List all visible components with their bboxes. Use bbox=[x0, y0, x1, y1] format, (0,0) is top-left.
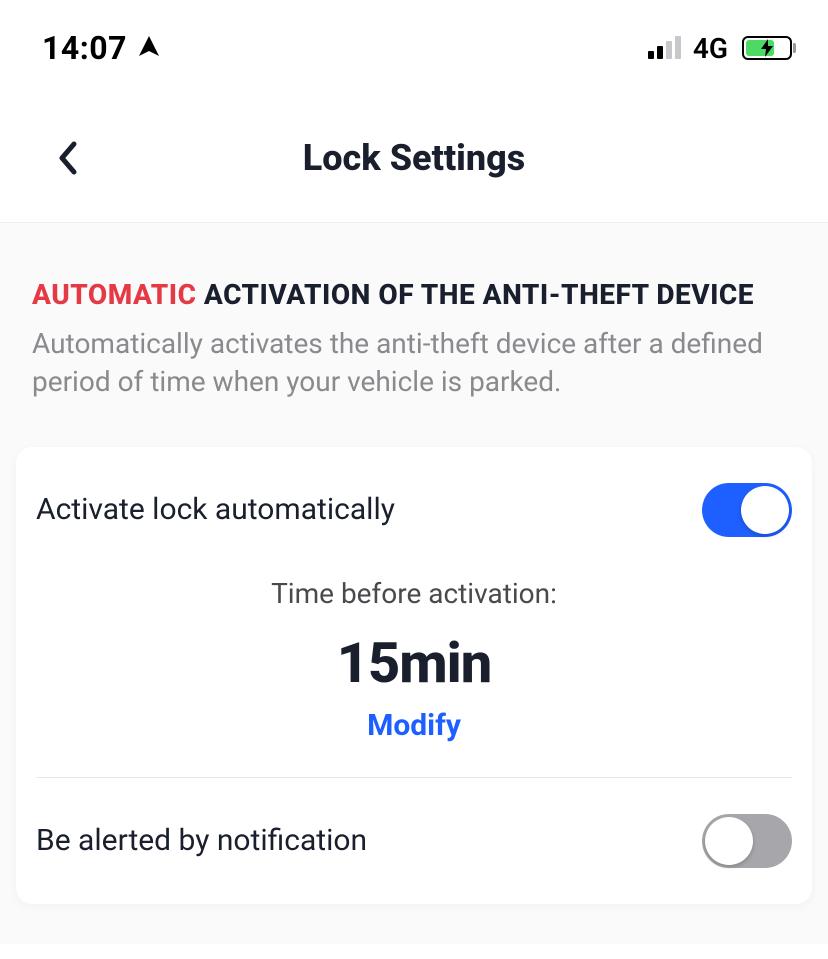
activate-lock-label: Activate lock automatically bbox=[36, 492, 395, 527]
location-icon bbox=[137, 34, 161, 62]
notification-row: Be alerted by notification bbox=[16, 778, 812, 904]
notification-label: Be alerted by notification bbox=[36, 823, 367, 858]
back-button[interactable] bbox=[48, 138, 88, 178]
modify-button[interactable]: Modify bbox=[367, 708, 461, 743]
section-header: AUTOMATIC ACTIVATION OF THE ANTI-THEFT D… bbox=[16, 223, 812, 425]
settings-card: Activate lock automatically Time before … bbox=[16, 447, 812, 904]
toggle-knob bbox=[741, 486, 789, 534]
status-time: 14:07 bbox=[42, 29, 127, 67]
nav-header: Lock Settings bbox=[0, 80, 828, 222]
activate-lock-row: Activate lock automatically bbox=[16, 447, 812, 573]
section-title: AUTOMATIC ACTIVATION OF THE ANTI-THEFT D… bbox=[32, 277, 796, 313]
time-before-activation-block: Time before activation: 15min Modify bbox=[16, 573, 812, 777]
battery-icon bbox=[742, 36, 792, 60]
status-bar-left: 14:07 bbox=[42, 29, 161, 67]
time-value: 15min bbox=[36, 630, 792, 696]
status-bar-right: 4G bbox=[648, 32, 792, 65]
toggle-knob bbox=[705, 817, 753, 865]
section-description: Automatically activates the anti-theft d… bbox=[32, 325, 796, 401]
page-title: Lock Settings bbox=[303, 137, 525, 179]
signal-icon bbox=[648, 37, 681, 59]
network-label: 4G bbox=[693, 32, 728, 65]
time-caption: Time before activation: bbox=[36, 577, 792, 610]
activate-lock-toggle[interactable] bbox=[702, 483, 792, 537]
notification-toggle[interactable] bbox=[702, 814, 792, 868]
section-title-accent: AUTOMATIC bbox=[32, 278, 196, 311]
content-area: AUTOMATIC ACTIVATION OF THE ANTI-THEFT D… bbox=[0, 222, 828, 944]
section-title-rest: ACTIVATION OF THE ANTI-THEFT DEVICE bbox=[196, 278, 754, 311]
status-bar: 14:07 4G bbox=[0, 0, 828, 80]
